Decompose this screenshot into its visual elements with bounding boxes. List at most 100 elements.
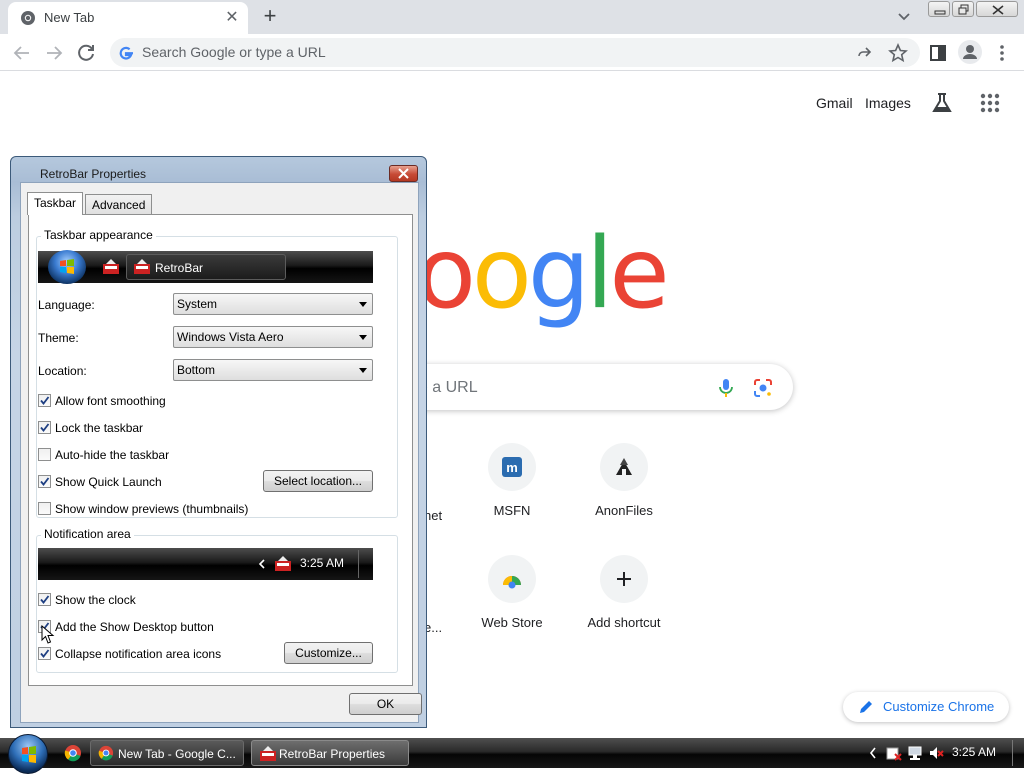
shortcut-label: Web Store [481,615,543,630]
chrome-icon [98,745,114,761]
checkmark-icon [40,423,50,432]
taskbar-clock[interactable]: 3:25 AM [952,745,996,759]
tab-new-tab[interactable]: New Tab ✕ [8,2,248,34]
show-quick-launch-checkbox[interactable] [38,475,51,488]
shortcut-icon-circle [600,555,648,603]
checkmark-icon [40,649,50,658]
customize-notification-button[interactable]: Customize... [284,642,373,664]
start-button[interactable] [8,734,48,774]
language-select[interactable]: System [173,293,373,315]
new-tab-button[interactable]: + [258,5,282,29]
back-icon[interactable] [10,41,34,65]
taskbar-tab-panel: Taskbar appearance RetroBar Language: Sy… [28,214,413,686]
chrome-menu-icon[interactable] [990,41,1014,65]
retrobar-properties-dialog: RetroBar Properties Taskbar Advanced Tas… [10,156,427,728]
show-window-previews-checkbox[interactable] [38,502,51,515]
taskbar-button-label: New Tab - Google C... [118,747,236,761]
customize-chrome-label: Customize Chrome [883,699,995,714]
tab-title: New Tab [44,10,95,25]
location-label: Location: [38,364,87,378]
reload-icon[interactable] [74,41,98,65]
shortcut-label: MSFN [493,503,531,518]
taskbar-button-retrobar[interactable]: RetroBar Properties [251,740,409,766]
logo-letter: g [527,217,590,331]
show-hidden-icons-chevron-icon[interactable] [869,747,877,759]
restore-button[interactable] [952,1,974,17]
restore-icon [958,4,969,15]
location-value: Bottom [177,363,216,377]
profile-avatar[interactable] [958,40,982,64]
images-link[interactable]: Images [865,95,911,111]
close-window-button[interactable] [976,1,1018,17]
allow-font-smoothing-checkbox[interactable] [38,394,51,407]
gmail-link[interactable]: Gmail [816,95,853,111]
collapse-notification-icons-checkbox[interactable] [38,647,51,660]
tab-advanced[interactable]: Advanced [85,194,153,214]
checkbox-label: Show Quick Launch [55,475,162,489]
taskbar-preview-button-label: RetroBar [155,261,204,275]
show-clock-checkbox[interactable] [38,593,51,606]
tab-close-icon[interactable]: ✕ [222,8,242,28]
plus-icon [617,572,631,586]
show-desktop-button[interactable] [1012,740,1013,766]
volume-muted-icon[interactable] [928,745,944,761]
checkbox-label: Show the clock [55,593,136,607]
mouse-cursor-icon [41,625,55,644]
start-orb-preview [48,250,86,284]
network-icon[interactable] [907,745,923,761]
share-icon[interactable] [856,44,874,62]
taskbar-button-chrome[interactable]: New Tab - Google C... [90,740,244,766]
group-label: Taskbar appearance [41,228,156,242]
windows-taskbar: New Tab - Google C... RetroBar Propertie… [0,734,1024,774]
close-icon [398,168,409,179]
checkbox-label: Auto-hide the taskbar [55,448,170,462]
taskbar-button-label: RetroBar Properties [279,747,386,761]
lock-taskbar-checkbox[interactable] [38,421,51,434]
shortcut-add[interactable]: Add shortcut [568,555,680,667]
ok-button[interactable]: OK [349,693,422,715]
checkbox-label: Show window previews (thumbnails) [55,502,249,516]
dialog-close-button[interactable] [389,165,418,182]
checkbox-label: Lock the taskbar [55,421,144,435]
chevron-left-icon [258,559,265,569]
select-location-button[interactable]: Select location... [263,470,373,492]
labs-flask-icon[interactable] [930,91,954,115]
checkmark-icon [40,396,50,405]
minimize-button[interactable] [928,1,950,17]
language-label: Language: [38,298,95,312]
tab-search-icon[interactable] [894,8,914,26]
side-panel-icon[interactable] [926,41,950,65]
close-icon [992,5,1004,15]
lens-search-icon[interactable] [752,377,774,399]
retrobar-quicklaunch-icon [103,259,119,274]
webstore-icon [503,576,521,589]
chrome-quicklaunch-icon[interactable] [64,744,82,762]
theme-value: Windows Vista Aero [177,330,284,344]
theme-select[interactable]: Windows Vista Aero [173,326,373,348]
notification-area-preview: 3:25 AM [38,548,373,580]
msfn-icon: m [502,457,522,477]
browser-toolbar: Search Google or type a URL [0,34,1024,71]
location-select[interactable]: Bottom [173,359,373,381]
tab-strip: New Tab ✕ + [0,0,1024,34]
shortcut-label: Add shortcut [587,615,661,630]
tab-taskbar[interactable]: Taskbar [27,192,84,215]
checkbox-label: Allow font smoothing [55,394,166,408]
customize-chrome-button[interactable]: Customize Chrome [843,692,1009,722]
shortcut-web-store[interactable]: Web Store [456,555,568,667]
shortcut-msfn[interactable]: m MSFN [456,443,568,555]
shortcut-anonfiles[interactable]: AnonFiles [568,443,680,555]
action-center-icon[interactable] [886,745,902,761]
checkmark-icon [40,477,50,486]
windows-logo-icon [22,746,36,763]
retrobar-tray-icon [275,556,291,571]
forward-icon[interactable] [42,41,66,65]
auto-hide-taskbar-checkbox[interactable] [38,448,51,461]
bookmark-star-icon[interactable] [888,43,908,63]
shortcut-icon-circle: m [488,443,536,491]
omnibox[interactable]: Search Google or type a URL [110,38,920,67]
checkbox-label: Collapse notification area icons [55,647,222,661]
google-apps-icon[interactable] [980,93,1000,113]
voice-search-icon[interactable] [718,377,734,399]
logo-letter: e [609,217,669,331]
